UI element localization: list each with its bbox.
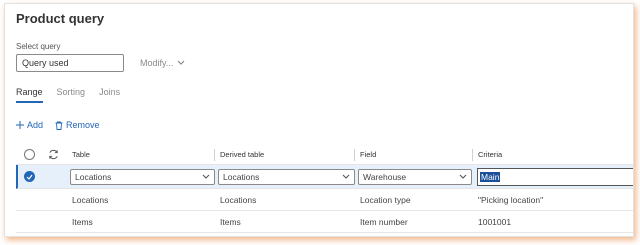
select-all-cell[interactable] bbox=[24, 145, 35, 164]
product-query-panel: Product query Select query Query used Mo… bbox=[4, 3, 634, 237]
select-query-input[interactable]: Query used bbox=[16, 54, 124, 72]
table-value: Locations bbox=[75, 171, 112, 182]
table-dropdown[interactable]: Locations bbox=[70, 168, 215, 185]
refresh-cell[interactable] bbox=[48, 145, 59, 164]
derived-table-dropdown[interactable]: Locations bbox=[218, 168, 355, 185]
select-query-label: Select query bbox=[16, 42, 61, 51]
criteria-value: "Picking location" bbox=[478, 194, 544, 205]
plus-icon bbox=[16, 121, 24, 129]
tab-bar: Range Sorting Joins bbox=[16, 87, 120, 103]
criteria-input-cell: Main bbox=[477, 165, 633, 188]
table-value: Locations bbox=[72, 194, 109, 205]
modify-button[interactable]: Modify... bbox=[140, 58, 185, 68]
modify-label: Modify... bbox=[140, 58, 174, 68]
tab-sorting[interactable]: Sorting bbox=[57, 87, 86, 103]
criteria-value: 1001001 bbox=[478, 216, 512, 227]
table-row[interactable]: Items Items Item number 1001001 bbox=[16, 211, 633, 233]
column-divider bbox=[354, 149, 355, 161]
criteria-value: Main bbox=[480, 171, 501, 182]
grid-header-row: Table Derived table Field Criteria bbox=[16, 145, 633, 165]
tab-range[interactable]: Range bbox=[16, 87, 43, 103]
tab-joins[interactable]: Joins bbox=[99, 87, 120, 103]
page-title: Product query bbox=[16, 11, 105, 26]
remove-button[interactable]: Remove bbox=[55, 120, 100, 130]
table-row[interactable]: Locations Locations Warehouse Main bbox=[16, 165, 633, 189]
table-row[interactable]: Locations Locations Location type "Picki… bbox=[16, 189, 633, 211]
add-button[interactable]: Add bbox=[16, 120, 43, 130]
row-select-cell[interactable] bbox=[24, 165, 35, 188]
derived-table-value: Items bbox=[220, 216, 241, 227]
derived-table-value: Locations bbox=[220, 194, 257, 205]
field-dropdown-cell: Warehouse bbox=[358, 165, 472, 188]
refresh-icon bbox=[49, 149, 58, 160]
chevron-down-icon bbox=[459, 174, 467, 179]
column-divider bbox=[214, 149, 215, 161]
derived-table-value: Locations bbox=[223, 171, 260, 182]
chevron-down-icon bbox=[177, 60, 185, 65]
field-value: Item number bbox=[360, 216, 408, 227]
header-table[interactable]: Table bbox=[72, 145, 90, 164]
table-value: Items bbox=[72, 216, 93, 227]
criteria-input[interactable]: Main bbox=[477, 167, 633, 186]
chevron-down-icon bbox=[342, 174, 350, 179]
field-dropdown[interactable]: Warehouse bbox=[358, 168, 472, 185]
field-value: Location type bbox=[360, 194, 411, 205]
derived-dropdown-cell: Locations bbox=[218, 165, 355, 188]
grid-toolbar: Add Remove bbox=[16, 120, 100, 130]
trash-icon bbox=[55, 121, 63, 130]
select-all-icon bbox=[24, 149, 35, 160]
remove-label: Remove bbox=[66, 120, 100, 130]
chevron-down-icon bbox=[202, 174, 210, 179]
column-divider bbox=[472, 149, 473, 161]
header-derived-table[interactable]: Derived table bbox=[220, 145, 264, 164]
header-criteria[interactable]: Criteria bbox=[478, 145, 502, 164]
field-value: Warehouse bbox=[363, 171, 407, 182]
check-circle-icon bbox=[24, 171, 35, 182]
add-label: Add bbox=[27, 120, 44, 130]
table-dropdown-cell: Locations bbox=[70, 165, 215, 188]
header-field[interactable]: Field bbox=[360, 145, 376, 164]
